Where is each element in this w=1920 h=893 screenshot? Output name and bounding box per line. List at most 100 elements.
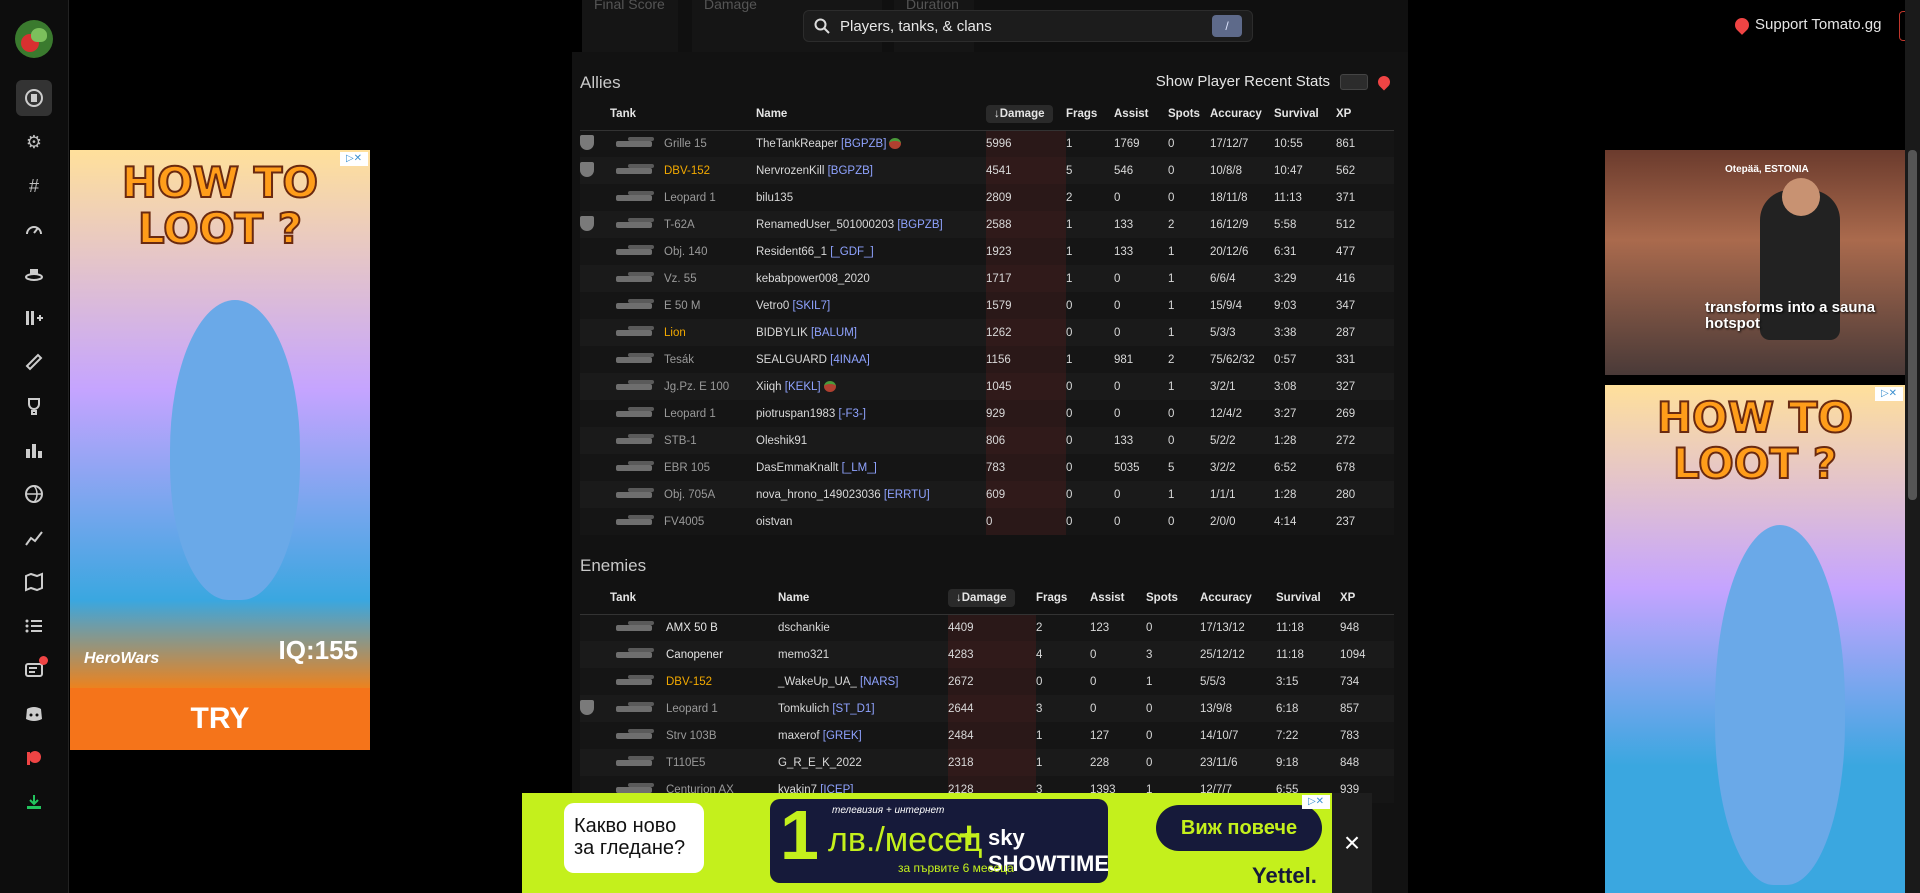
table-row[interactable]: Canopener memo321 4283 4 0 3 25/12/12 11:18 109…	[580, 641, 1394, 668]
col-tank[interactable]: Tank	[610, 98, 664, 131]
player-name[interactable]: maxerof	[778, 730, 820, 742]
player-name[interactable]: bilu135	[756, 192, 793, 204]
player-name-cell[interactable]: piotruspan1983 [-F3-]	[756, 400, 986, 427]
player-name-cell[interactable]: dschankie	[778, 614, 948, 641]
clan-tag[interactable]: [BALUM]	[811, 327, 857, 339]
tank-name[interactable]: DBV-152	[666, 668, 778, 695]
col-spots[interactable]: Spots	[1168, 98, 1210, 131]
col-name[interactable]: Name	[756, 98, 986, 131]
col-survival[interactable]: Survival	[1274, 98, 1336, 131]
tank-name[interactable]: Lion	[664, 319, 756, 346]
table-row[interactable]: Leopard 1 piotruspan1983 [-F3-] 929 0 0 0 12/4…	[580, 400, 1394, 427]
table-row[interactable]: Vz. 55 kebabpower008_2020 1717 1 0 1 6/6/4 3:2…	[580, 265, 1394, 292]
player-name[interactable]: _WakeUp_UA_	[778, 676, 857, 688]
col-frags[interactable]: Frags	[1036, 582, 1090, 615]
search-bar[interactable]: Players, tanks, & clans /	[803, 10, 1253, 42]
player-name-cell[interactable]: kebabpower008_2020	[756, 265, 986, 292]
player-name-cell[interactable]: maxerof [GREK]	[778, 722, 948, 749]
tank-name[interactable]: T-62A	[664, 211, 756, 238]
wot-icon[interactable]	[16, 80, 52, 116]
table-row[interactable]: Leopard 1 bilu135 2809 2 0 0 18/11/8 11:13 371	[580, 184, 1394, 211]
player-name[interactable]: Oleshik91	[756, 435, 807, 447]
globe-icon[interactable]	[16, 476, 52, 512]
table-row[interactable]: DBV-152 NervrozenKill [BGPZB] 4541 5 546 0 10/…	[580, 157, 1394, 184]
table-row[interactable]: Obj. 705A nova_hrono_149023036 [ERRTU] 609…	[580, 481, 1394, 508]
table-row[interactable]: T-62A RenamedUser_501000203 [BGPZB] 2588 1 1…	[580, 211, 1394, 238]
player-name-cell[interactable]: RenamedUser_501000203 [BGPZB]	[756, 211, 986, 238]
player-name-cell[interactable]: NervrozenKill [BGPZB]	[756, 157, 986, 184]
player-name-cell[interactable]: Xiiqh [KEKL]	[756, 373, 986, 400]
line-chart-icon[interactable]	[16, 520, 52, 556]
player-name-cell[interactable]: Vetro0 [SKIL7]	[756, 292, 986, 319]
news-icon[interactable]	[16, 652, 52, 688]
table-row[interactable]: Jg.Pz. E 100 Xiiqh [KEKL] 1045 0 0 1 3/2/1 3:08…	[580, 373, 1394, 400]
support-link[interactable]: Support Tomato.gg	[1732, 14, 1881, 35]
table-row[interactable]: Grille 15 TheTankReaper [BGPZB] 5996 1 1769 0…	[580, 130, 1394, 157]
player-name-cell[interactable]: bilu135	[756, 184, 986, 211]
player-name[interactable]: Vetro0	[756, 300, 789, 312]
table-row[interactable]: EBR 105 DasEmmaKnallt [_LM_] 783 0 5035 5 3/2/…	[580, 454, 1394, 481]
player-name[interactable]: Resident66_1	[756, 246, 827, 258]
scrollbar-thumb[interactable]	[1908, 150, 1917, 500]
recent-stats-toggle[interactable]	[1340, 73, 1368, 90]
tank-name[interactable]: Grille 15	[664, 130, 756, 157]
player-name-cell[interactable]: memo321	[778, 641, 948, 668]
player-name[interactable]: G_R_E_K_2022	[778, 757, 862, 769]
page-scrollbar[interactable]	[1905, 0, 1920, 893]
clan-tag[interactable]: [BGPZB]	[841, 138, 886, 150]
player-name-cell[interactable]: DasEmmaKnallt [_LM_]	[756, 454, 986, 481]
player-name[interactable]: nova_hrono_149023036	[756, 489, 881, 501]
table-row[interactable]: FV4005 oistvan 0 0 0 0 2/0/0 4:14 237	[580, 508, 1394, 535]
table-row[interactable]: Strv 103B maxerof [GREK] 2484 1 127 0 14/10/7 7…	[580, 722, 1394, 749]
player-name[interactable]: BIDBYLIK	[756, 327, 808, 339]
tank-name[interactable]: Vz. 55	[664, 265, 756, 292]
player-name-cell[interactable]: _WakeUp_UA_ [NARS]	[778, 668, 948, 695]
player-name-cell[interactable]: TheTankReaper [BGPZB]	[756, 130, 986, 157]
clan-tag[interactable]: [_LM_]	[842, 462, 877, 474]
col-accuracy[interactable]: Accuracy	[1200, 582, 1276, 615]
close-icon[interactable]: ×	[1332, 793, 1372, 893]
right-ad[interactable]: ▷✕ HOW TO LOOT ?	[1605, 385, 1905, 893]
table-row[interactable]: DBV-152 _WakeUp_UA_ [NARS] 2672 0 0 1 5/5/3 3:1…	[580, 668, 1394, 695]
table-row[interactable]: Tesák SEALGUARD [4INAA] 1156 1 981 2 75/62/32 0…	[580, 346, 1394, 373]
col-assist[interactable]: Assist	[1090, 582, 1146, 615]
right-video-ad[interactable]: Otepää, ESTONIA transforms into a sauna …	[1605, 150, 1905, 375]
tank-name[interactable]: Jg.Pz. E 100	[664, 373, 756, 400]
tank-name[interactable]: T110E5	[666, 749, 778, 776]
damage-sort-header[interactable]: ↓Damage	[948, 588, 1015, 607]
clan-tag[interactable]: [KEKL]	[785, 381, 821, 393]
map-icon[interactable]	[16, 564, 52, 600]
player-name[interactable]: Tomkulich	[778, 703, 829, 715]
player-name[interactable]: memo321	[778, 649, 829, 661]
col-xp[interactable]: XP	[1336, 98, 1394, 131]
download-icon[interactable]	[16, 784, 52, 820]
player-name-cell[interactable]: SEALGUARD [4INAA]	[756, 346, 986, 373]
leaderboard-icon[interactable]	[16, 432, 52, 468]
col-accuracy[interactable]: Accuracy	[1210, 98, 1274, 131]
ad-try-button[interactable]: TRY	[70, 688, 370, 750]
discord-icon[interactable]	[16, 696, 52, 732]
banner-cta-button[interactable]: Виж повече	[1156, 805, 1322, 851]
clan-tag[interactable]: [ERRTU]	[884, 489, 930, 501]
player-name[interactable]: NervrozenKill	[756, 165, 824, 177]
player-name-cell[interactable]: oistvan	[756, 508, 986, 535]
tank-name[interactable]: Tesák	[664, 346, 756, 373]
tank-name[interactable]: DBV-152	[664, 157, 756, 184]
col-frags[interactable]: Frags	[1066, 98, 1114, 131]
tank-name[interactable]: E 50 M	[664, 292, 756, 319]
table-row[interactable]: Leopard 1 Tomkulich [ST_D1] 2644 3 0 0 13/9/8 6…	[580, 695, 1394, 722]
tank-name[interactable]: Leopard 1	[664, 184, 756, 211]
speedometer-icon[interactable]	[16, 212, 52, 248]
col-spots[interactable]: Spots	[1146, 582, 1200, 615]
player-name[interactable]: SEALGUARD	[756, 354, 827, 366]
tank-name[interactable]: FV4005	[664, 508, 756, 535]
table-row[interactable]: E 50 M Vetro0 [SKIL7] 1579 0 0 1 15/9/4 9:03 347	[580, 292, 1394, 319]
search-input[interactable]: Players, tanks, & clans	[840, 18, 1212, 35]
tank-name[interactable]: STB-1	[664, 427, 756, 454]
table-row[interactable]: Lion BIDBYLIK [BALUM] 1262 0 0 1 5/3/3 3:38 287	[580, 319, 1394, 346]
left-ad[interactable]: ▷✕ HOW TO LOOT ? HeroWars IQ:155 TRY	[70, 150, 370, 750]
adchoices-icon[interactable]: ▷✕	[1302, 795, 1330, 809]
col-assist[interactable]: Assist	[1114, 98, 1168, 131]
player-name[interactable]: dschankie	[778, 622, 830, 634]
tank-name[interactable]: AMX 50 B	[666, 614, 778, 641]
